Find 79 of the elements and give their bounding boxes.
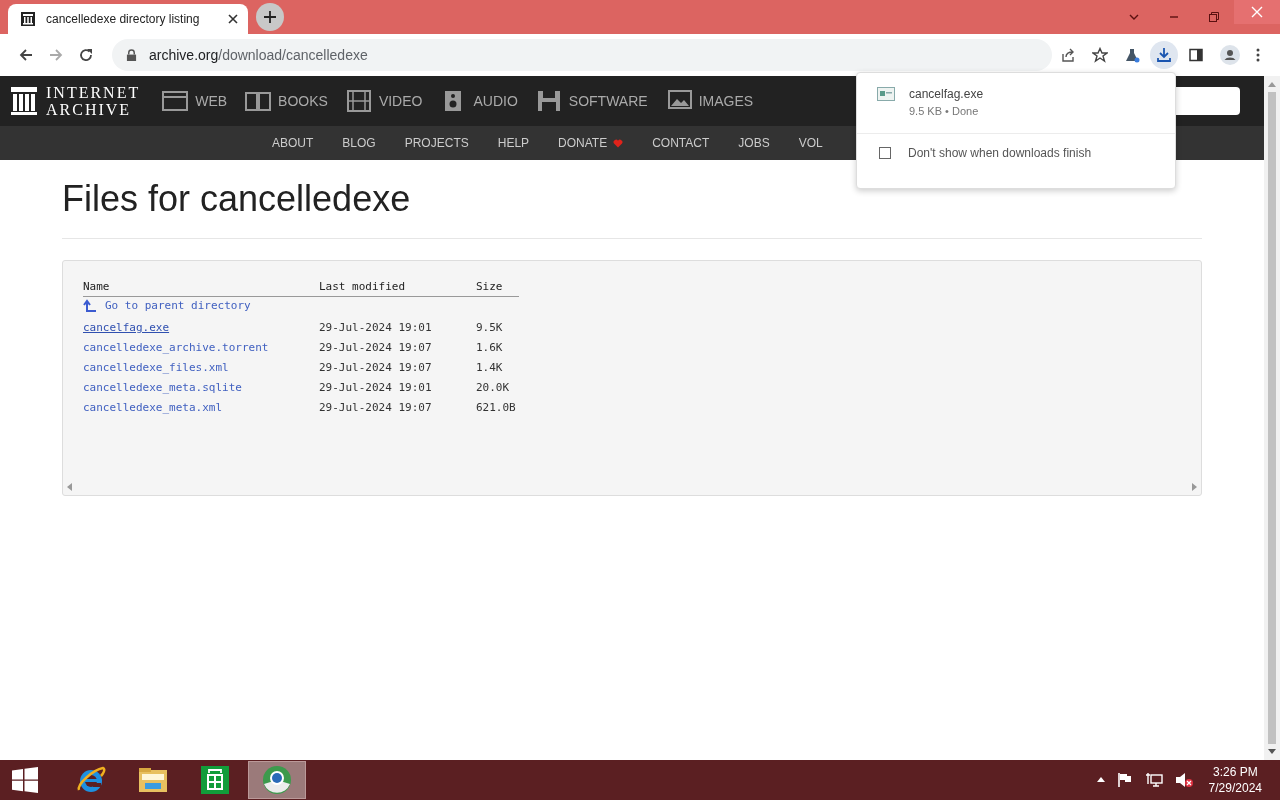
nav-link[interactable]: ABOUT bbox=[272, 136, 314, 150]
table-cell: 29-Jul-2024 19:07 bbox=[319, 400, 432, 414]
scroll-thumb[interactable] bbox=[1268, 92, 1276, 744]
column-header: Name bbox=[83, 275, 319, 297]
site-logo[interactable]: INTERNET ARCHIVE bbox=[10, 84, 141, 118]
download-file-name[interactable]: cancelfag.exe bbox=[909, 87, 984, 101]
nav-link[interactable]: HELP bbox=[497, 136, 530, 150]
media-link[interactable]: AUDIO bbox=[440, 90, 518, 112]
table-cell: 29-Jul-2024 19:07 bbox=[319, 340, 432, 354]
file-link[interactable]: cancelledexe_archive.torrent bbox=[83, 340, 269, 354]
windows-start-icon[interactable] bbox=[12, 767, 38, 793]
media-link[interactable]: IMAGES bbox=[665, 90, 754, 112]
table-cell: 29-Jul-2024 19:01 bbox=[319, 320, 432, 334]
nav-link[interactable]: CONTACT bbox=[652, 136, 710, 150]
vertical-scrollbar[interactable] bbox=[1264, 76, 1280, 760]
shopping-bag-icon bbox=[199, 764, 231, 796]
download-status: 9.5 KB • Done bbox=[909, 105, 980, 117]
table-cell: 20.0K bbox=[476, 380, 510, 394]
video-media-icon bbox=[345, 90, 372, 112]
menu-icon[interactable] bbox=[1256, 47, 1260, 63]
star-icon[interactable] bbox=[1092, 47, 1108, 63]
close-icon[interactable] bbox=[228, 14, 238, 24]
share-icon[interactable] bbox=[1060, 47, 1076, 63]
table-cell: 1.6K bbox=[476, 340, 503, 354]
media-link[interactable]: WEB bbox=[162, 90, 228, 112]
images-media-icon bbox=[665, 90, 692, 112]
browser-tab[interactable]: cancelledexe directory listing bbox=[8, 4, 248, 34]
file-link[interactable]: cancelledexe_files.xml bbox=[83, 360, 229, 374]
new-tab-button[interactable] bbox=[256, 3, 284, 31]
table-cell: 29-Jul-2024 19:01 bbox=[319, 380, 432, 394]
scroll-down-icon[interactable] bbox=[1268, 748, 1276, 754]
table-cell: 621.0B bbox=[476, 400, 516, 414]
close-icon bbox=[1251, 6, 1263, 18]
nav-link[interactable]: DONATE bbox=[558, 136, 624, 150]
flask-icon[interactable] bbox=[1124, 47, 1140, 63]
web-media-icon bbox=[162, 90, 189, 112]
file-link[interactable]: cancelledexe_meta.xml bbox=[83, 400, 223, 414]
checkbox-label[interactable]: Don't show when downloads finish bbox=[908, 146, 1092, 160]
column-header: Last modified bbox=[319, 275, 476, 297]
media-link[interactable]: BOOKS bbox=[245, 90, 328, 112]
profile-icon[interactable] bbox=[1220, 45, 1240, 65]
nav-link[interactable]: JOBS bbox=[738, 136, 770, 150]
caret-up-icon[interactable] bbox=[1096, 777, 1105, 783]
heart-icon bbox=[613, 138, 624, 148]
media-link[interactable]: SOFTWARE bbox=[535, 90, 648, 112]
file-link[interactable]: cancelledexe_meta.sqlite bbox=[83, 380, 242, 394]
scroll-left-icon[interactable] bbox=[67, 483, 73, 491]
nav-link[interactable]: BLOG bbox=[342, 136, 376, 150]
up-arrow-icon bbox=[83, 298, 97, 313]
file-link[interactable]: cancelfag.exe bbox=[83, 320, 170, 334]
nav-link[interactable]: VOL bbox=[798, 136, 823, 150]
page-title: Files for cancelledexe bbox=[62, 178, 412, 220]
clock-time[interactable]: 3:26 PM bbox=[1212, 764, 1258, 780]
parent-directory-link[interactable]: Go to parent directory bbox=[83, 298, 251, 313]
browser-logo-icon bbox=[261, 764, 293, 796]
download-icon[interactable] bbox=[1150, 41, 1178, 69]
file-icon bbox=[877, 87, 895, 101]
network-icon[interactable] bbox=[1144, 772, 1163, 788]
back-arrow-icon[interactable] bbox=[18, 47, 34, 63]
books-media-icon bbox=[245, 90, 272, 112]
column-header: Size bbox=[476, 275, 519, 297]
table-cell: 29-Jul-2024 19:07 bbox=[319, 360, 432, 374]
address-bar[interactable]: archive.org/download/cancelledexe bbox=[112, 39, 1052, 71]
plus-icon bbox=[263, 10, 277, 24]
flag-icon[interactable] bbox=[1116, 772, 1133, 788]
restore-icon[interactable] bbox=[1208, 11, 1220, 23]
scroll-right-icon[interactable] bbox=[1191, 483, 1197, 491]
media-link[interactable]: VIDEO bbox=[345, 90, 423, 112]
table-cell: 1.4K bbox=[476, 360, 503, 374]
nav-link[interactable]: PROJECTS bbox=[404, 136, 469, 150]
reload-icon[interactable] bbox=[78, 47, 94, 63]
tab-title: cancelledexe directory listing bbox=[46, 12, 201, 26]
side-panel-icon[interactable] bbox=[1188, 47, 1204, 63]
temple-icon bbox=[20, 11, 36, 27]
checkbox[interactable] bbox=[879, 147, 891, 159]
lock-icon bbox=[126, 48, 137, 62]
muted-speaker-icon[interactable] bbox=[1174, 772, 1193, 788]
table-cell: 9.5K bbox=[476, 320, 503, 334]
clock-date[interactable]: 7/29/2024 bbox=[1208, 780, 1262, 796]
